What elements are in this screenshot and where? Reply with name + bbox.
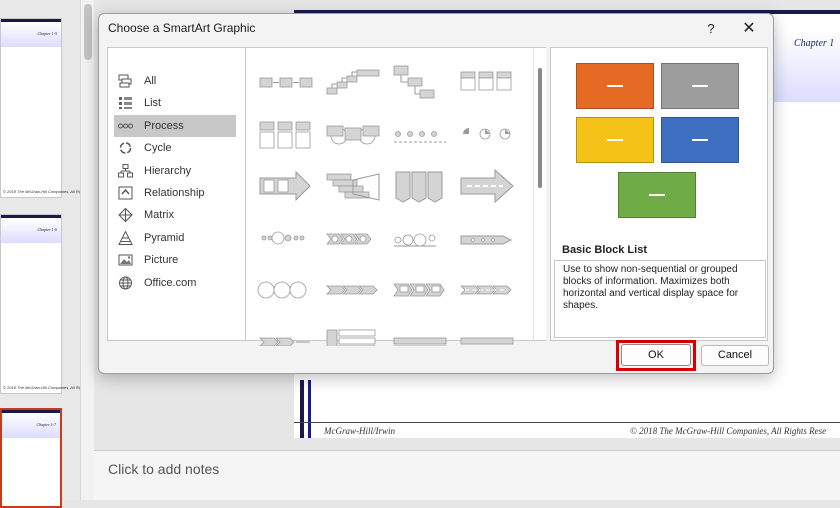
step-down-process-icon[interactable] [390, 62, 450, 104]
category-label: Office.com [144, 276, 197, 289]
category-cycle[interactable]: Cycle [114, 137, 236, 159]
close-button[interactable]: ✕ [737, 18, 761, 40]
continuous-block-process-icon[interactable] [323, 114, 383, 156]
scrollbar-thumb[interactable] [538, 68, 542, 188]
alternating-flow-icon[interactable] [256, 114, 316, 156]
basic-process-icon[interactable] [256, 62, 316, 104]
all-icon [118, 74, 133, 88]
preview-block-orange [576, 63, 654, 109]
slide-chapter-label: Chapter 1 [794, 38, 835, 49]
preview-pane: Basic Block List Use to show non-sequent… [550, 47, 768, 341]
category-matrix[interactable]: Matrix [114, 204, 236, 226]
pyramid-icon [118, 230, 133, 245]
category-label: Hierarchy [144, 164, 192, 177]
category-hierarchy[interactable]: Hierarchy [114, 160, 236, 182]
scrollbar-thumb[interactable] [84, 4, 92, 60]
relationship-icon [118, 186, 133, 200]
category-label: Cycle [144, 142, 172, 155]
accent-process-icon[interactable] [457, 62, 517, 104]
chevron-accent-process-icon[interactable] [323, 270, 383, 312]
gallery-scrollbar[interactable] [533, 48, 546, 340]
circle-accent-timeline-icon[interactable] [323, 166, 383, 208]
category-label: Process [144, 119, 184, 132]
category-label: List [144, 97, 162, 110]
notes-pane[interactable]: Click to add notes [94, 450, 840, 500]
thumbnail-chapter: Chapter 1-5 [37, 31, 57, 36]
matrix-icon [118, 208, 133, 223]
category-process[interactable]: Process [114, 114, 236, 137]
notes-placeholder: Click to add notes [108, 461, 220, 477]
category-officecom[interactable]: Office.com [114, 272, 236, 294]
category-label: Picture [144, 254, 179, 267]
dialog-titlebar[interactable]: Choose a SmartArt Graphic ? ✕ [99, 14, 773, 44]
category-picture[interactable]: Picture [114, 249, 236, 271]
process-icon [118, 119, 133, 133]
segmented-process-icon[interactable] [390, 218, 450, 260]
slide-footer-publisher: McGraw-Hill/Irwin [324, 426, 395, 436]
category-list[interactable]: List [114, 92, 236, 114]
category-label: Pyramid [144, 231, 185, 244]
slide-footer: McGraw-Hill/Irwin © 2018 The McGraw-Hill… [294, 422, 840, 438]
ok-button-highlight [616, 340, 696, 371]
thumbnail-chapter: Chapter 1-7 [36, 422, 56, 427]
category-all[interactable]: All [114, 70, 236, 92]
category-label: All [144, 75, 157, 87]
circle-arrow-process-icon[interactable] [256, 270, 316, 312]
help-button[interactable]: ? [699, 18, 723, 40]
thumbnail-scrollbar[interactable] [80, 0, 94, 500]
smartart-dialog: Choose a SmartArt Graphic ? ✕ All List Pro… [98, 13, 774, 374]
preview-block-blue [661, 117, 739, 163]
category-label: Relationship [144, 187, 205, 199]
category-list: All List Process Cycle Hierarchy Relationship… [107, 47, 246, 341]
increasing-arrows-process-icon[interactable] [390, 114, 450, 156]
thumbnail-chapter: Chapter 1-6 [37, 227, 57, 232]
cancel-button[interactable]: Cancel [701, 345, 769, 366]
category-relationship[interactable]: Relationship [114, 182, 236, 204]
slide-footer-copyright: © 2018 The McGraw-Hill Companies, All Ri… [630, 426, 827, 436]
globe-icon [118, 276, 133, 290]
pie-process-icon[interactable] [457, 270, 517, 312]
arrow-ribbon-icon[interactable] [457, 218, 517, 260]
list-icon [118, 96, 133, 110]
category-pyramid[interactable]: Pyramid [114, 227, 236, 249]
layout-gallery [246, 47, 546, 346]
basic-chevron-process-icon[interactable] [390, 166, 450, 208]
hierarchy-icon [118, 163, 133, 178]
phased-process-icon[interactable] [457, 322, 517, 346]
upward-arrow-icon[interactable] [457, 166, 517, 208]
layout-description: Use to show non-sequential or grouped bl… [554, 260, 766, 338]
layout-name: Basic Block List [562, 244, 647, 256]
preview-block-green [618, 172, 696, 218]
circle-process-icon[interactable] [323, 218, 383, 260]
slide-thumbnail-2[interactable]: Chapter 1-6 © 2018 The McGraw-Hill Compa… [0, 214, 105, 394]
category-label: Matrix [144, 209, 174, 222]
continuous-arrow-process-icon[interactable] [457, 114, 517, 156]
vertical-process-icon[interactable] [323, 322, 383, 346]
slide-thumbnail-1[interactable]: Chapter 1-5 © 2018 The McGraw-Hill Compa… [0, 18, 105, 198]
dialog-title: Choose a SmartArt Graphic [108, 21, 256, 35]
gear-process-icon[interactable] [256, 322, 316, 346]
process-arrows-icon[interactable] [256, 166, 316, 208]
step-up-process-icon[interactable] [323, 62, 383, 104]
basic-timeline-icon[interactable] [256, 218, 316, 260]
cycle-icon [118, 141, 133, 155]
slide-thumbnail-pane: Chapter 1-5 © 2018 The McGraw-Hill Compa… [0, 0, 105, 508]
slide-thumbnail-3-selected[interactable]: Chapter 1-7 [0, 408, 62, 508]
chevron-list-icon[interactable] [390, 270, 450, 312]
sub-step-process-icon[interactable] [390, 322, 450, 346]
preview-block-gray [661, 63, 739, 109]
preview-block-yellow [576, 117, 654, 163]
picture-icon [118, 253, 133, 267]
